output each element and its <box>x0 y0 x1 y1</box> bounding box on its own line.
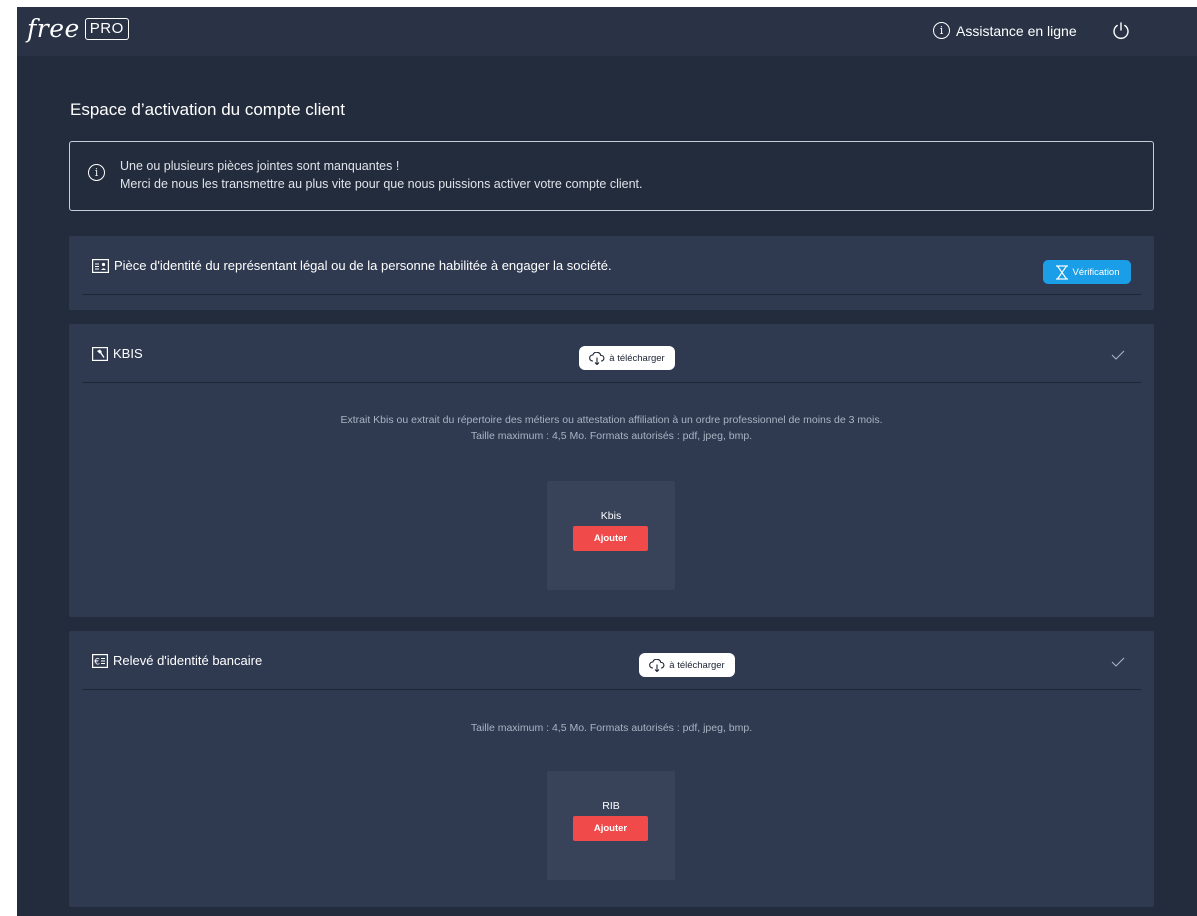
verification-label: Vérification <box>1072 266 1120 278</box>
document-description: Taille maximum : 4,5 Mo. Formats autoris… <box>69 720 1154 736</box>
cloud-download-icon <box>649 658 665 672</box>
upload-label: RIB <box>602 800 620 812</box>
assistance-label: Assistance en ligne <box>956 22 1077 39</box>
add-kbis-button[interactable]: Ajouter <box>573 526 648 551</box>
verification-badge: Vérification <box>1043 260 1131 284</box>
info-icon: i <box>933 22 950 39</box>
hammer-doc-icon <box>92 346 108 361</box>
download-label: à télécharger <box>609 352 665 364</box>
section-header: Pièce d'identité du représentant légal o… <box>82 236 1141 295</box>
section-rib: € Relevé d'identité bancaire à télécharg… <box>69 631 1154 907</box>
description-line-2: Taille maximum : 4,5 Mo. Formats autoris… <box>470 430 753 442</box>
svg-text:€: € <box>94 657 100 667</box>
section-title: Pièce d'identité du représentant légal o… <box>92 258 612 273</box>
assistance-link[interactable]: i Assistance en ligne <box>933 22 1077 39</box>
page-title: Espace d’activation du compte client <box>70 100 345 119</box>
document-description: Extrait Kbis ou extrait du répertoire de… <box>69 412 1154 444</box>
section-title-text: Relevé d'identité bancaire <box>113 653 263 668</box>
section-header[interactable]: KBIS à télécharger <box>82 324 1141 383</box>
download-label: à télécharger <box>669 659 725 671</box>
power-icon[interactable] <box>1111 21 1131 41</box>
top-bar: free PRO i Assistance en ligne <box>17 7 1197 56</box>
free-pro-logo[interactable]: free PRO <box>27 16 129 41</box>
check-icon <box>1111 657 1125 667</box>
missing-documents-alert: i Une ou plusieurs pièces jointes sont m… <box>69 141 1154 211</box>
app-window: free PRO i Assistance en ligne Espace d’… <box>17 7 1197 916</box>
upload-label: Kbis <box>600 510 622 522</box>
section-title: KBIS <box>92 346 143 361</box>
alert-line-2: Merci de nous les transmettre au plus vi… <box>120 177 643 191</box>
logo-text: free <box>27 14 80 43</box>
check-icon <box>1111 350 1125 360</box>
hourglass-icon <box>1055 264 1068 280</box>
section-kbis: KBIS à télécharger Extrait Kbis ou extra… <box>69 324 1154 617</box>
info-icon: i <box>88 164 105 181</box>
add-rib-button[interactable]: Ajouter <box>573 816 648 841</box>
description-line-1: Taille maximum : 4,5 Mo. Formats autoris… <box>470 722 753 734</box>
download-button[interactable]: à télécharger <box>639 653 735 677</box>
upload-box-rib: RIB Ajouter <box>547 771 675 880</box>
section-title-text: Pièce d'identité du représentant légal o… <box>114 258 612 273</box>
logo-badge: PRO <box>84 17 129 40</box>
section-title-text: KBIS <box>113 346 143 361</box>
id-card-icon <box>92 258 109 273</box>
section-identity[interactable]: Pièce d'identité du représentant légal o… <box>69 236 1154 310</box>
cloud-download-icon <box>589 351 605 365</box>
section-title: € Relevé d'identité bancaire <box>92 653 262 668</box>
upload-box-kbis: Kbis Ajouter <box>547 481 675 590</box>
alert-line-1: Une ou plusieurs pièces jointes sont man… <box>120 159 400 173</box>
description-line-1: Extrait Kbis ou extrait du répertoire de… <box>340 414 883 426</box>
download-button[interactable]: à télécharger <box>579 346 675 370</box>
section-header[interactable]: € Relevé d'identité bancaire à télécharg… <box>82 631 1141 690</box>
euro-doc-icon: € <box>92 653 108 668</box>
